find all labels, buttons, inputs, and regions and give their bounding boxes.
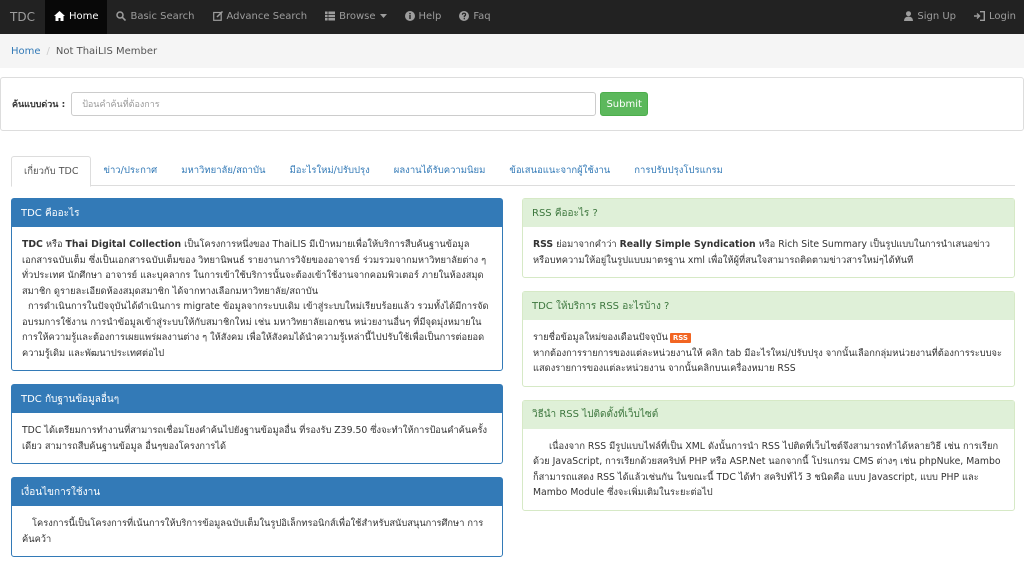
list-icon [325,11,336,24]
panel-body: TDC ได้เตรียมการทำงานที่สามารถเชื่อมโยงค… [22,425,487,452]
tab-about-tdc[interactable]: เกี่ยวกับ TDC [11,156,92,187]
nav-browse[interactable]: Browse [316,0,395,34]
nav-basic-search-label: Basic Search [130,11,195,22]
panel-title: TDC คืออะไร [12,199,502,227]
login-icon [974,10,986,24]
panel-title: RSS คืออะไร ? [523,199,1014,227]
nav-basic-search[interactable]: Basic Search [107,0,203,34]
breadcrumb-separator: / [46,45,50,57]
tab-whats-new[interactable]: มีอะไรใหม่/ปรับปรุง [278,156,382,185]
submit-button[interactable]: Submit [600,92,649,116]
tab-news[interactable]: ข่าว/ประกาศ [91,156,169,185]
user-icon [904,10,914,24]
top-navbar: TDC Home Basic Search Advance Search Bro… [0,0,1024,34]
brand-logo[interactable]: TDC [0,0,45,34]
question-icon [459,10,470,24]
tdc-term: TDC [22,239,43,250]
search-icon [116,10,127,24]
quick-search-input[interactable]: ป้อนคำค้นที่ต้องการ [71,92,597,116]
home-icon [53,10,65,24]
panel-body: RSS ย่อมาจากคำว่า Really Simple Syndicat… [523,227,1014,277]
tab-program-updates[interactable]: การปรับปรุงโปรแกรม [622,156,735,185]
panel-title: TDC ให้บริการ RSS อะไรบ้าง ? [523,292,1014,320]
rss-instructions: หากต้องการรายการของแต่ละหน่วยงานให้ คลิก… [533,347,1002,375]
right-column: RSS คืออะไร ? RSS ย่อมาจากคำว่า Really S… [522,198,1015,524]
breadcrumb-home-link[interactable]: Home [11,46,41,57]
panel-title: เงื่อนไขการใช้งาน [12,478,502,506]
monthly-new-items-text: รายชื่อข้อมูลใหม่ของเดือนปัจจุบัน [533,332,668,343]
nav-home-label: Home [68,11,99,22]
caret-down-icon [379,12,387,22]
panel-body: เนื่องจาก RSS มีรูปแบบไฟล์ที่เป็น XML ดั… [533,440,1001,499]
nav-help[interactable]: Help [396,0,451,34]
nav-browse-label: Browse [339,11,376,22]
tab-popular[interactable]: ผลงานได้รับความนิยม [382,156,498,185]
quick-search-panel: ค้นแบบด่วน : ป้อนคำค้นที่ต้องการ Submit [0,77,1024,131]
tab-feedback[interactable]: ข้อเสนอแนะจากผู้ใช้งาน [497,156,622,185]
info-icon [404,10,415,24]
nav-faq[interactable]: Faq [450,0,499,34]
info-tabs: เกี่ยวกับ TDC ข่าว/ประกาศ มหาวิทยาลัย/สถ… [11,156,1015,187]
what-is-tdc-paragraph: TDC หรือ Thai Digital Collection เป็นโคร… [22,237,492,299]
nav-faq-label: Faq [473,11,491,22]
edit-icon [212,10,223,24]
rss-term: RSS [533,239,554,250]
text-fragment: ย่อมาจากคำว่า [553,239,620,250]
nav-help-label: Help [418,11,442,22]
breadcrumb-current: Not ThaiLIS Member [55,45,158,57]
nav-login-label: Login [989,11,1016,22]
what-is-rss-panel: RSS คืออะไร ? RSS ย่อมาจากคำว่า Really S… [522,198,1015,278]
rss-feed-button[interactable]: RSS [669,332,691,343]
nav-login[interactable]: Login [965,0,1024,34]
tdc-fullname: Thai Digital Collection [65,239,182,250]
panel-body: รายชื่อข้อมูลใหม่ของเดือนปัจจุบัน RSS หาก… [523,320,1014,386]
install-rss-panel: วิธีนำ RSS ไปติดตั้งที่เว็บไซต์ เนื่องจา… [522,399,1015,511]
terms-of-use-panel: เงื่อนไขการใช้งาน โครงการนี้เป็นโครงการท… [11,477,503,557]
what-is-tdc-panel: TDC คืออะไร TDC หรือ Thai Digital Collec… [11,198,503,371]
nav-advance-search-label: Advance Search [226,11,308,22]
tdc-other-databases-panel: TDC กับฐานข้อมูลอื่นๆ TDC ได้เตรียมการทำ… [11,384,503,464]
breadcrumb: Home / Not ThaiLIS Member [0,34,1024,68]
panel-body: โครงการนี้เป็นโครงการที่เน้นการให้บริการ… [22,518,484,545]
tab-universities[interactable]: มหาวิทยาลัย/สถาบัน [169,156,277,185]
nav-advance-search[interactable]: Advance Search [204,0,317,34]
panel-body: TDC หรือ Thai Digital Collection เป็นโคร… [12,227,502,370]
operations-paragraph: การดำเนินการในปัจจุบันได้ดำเนินการ migra… [22,301,489,359]
nav-home[interactable]: Home [44,0,108,34]
quick-search-label: ค้นแบบด่วน : [12,100,66,110]
nav-sign-up-label: Sign Up [917,11,957,22]
nav-sign-up[interactable]: Sign Up [895,0,965,34]
rss-fullname: Really Simple Syndication [619,239,756,250]
panel-title: วิธีนำ RSS ไปติดตั้งที่เว็บไซต์ [523,400,1014,429]
text-fragment: หรือ [42,239,66,250]
tdc-rss-services-panel: TDC ให้บริการ RSS อะไรบ้าง ? รายชื่อข้อม… [522,291,1015,387]
left-column: TDC คืออะไร TDC หรือ Thai Digital Collec… [11,198,503,570]
panel-title: TDC กับฐานข้อมูลอื่นๆ [12,385,502,413]
